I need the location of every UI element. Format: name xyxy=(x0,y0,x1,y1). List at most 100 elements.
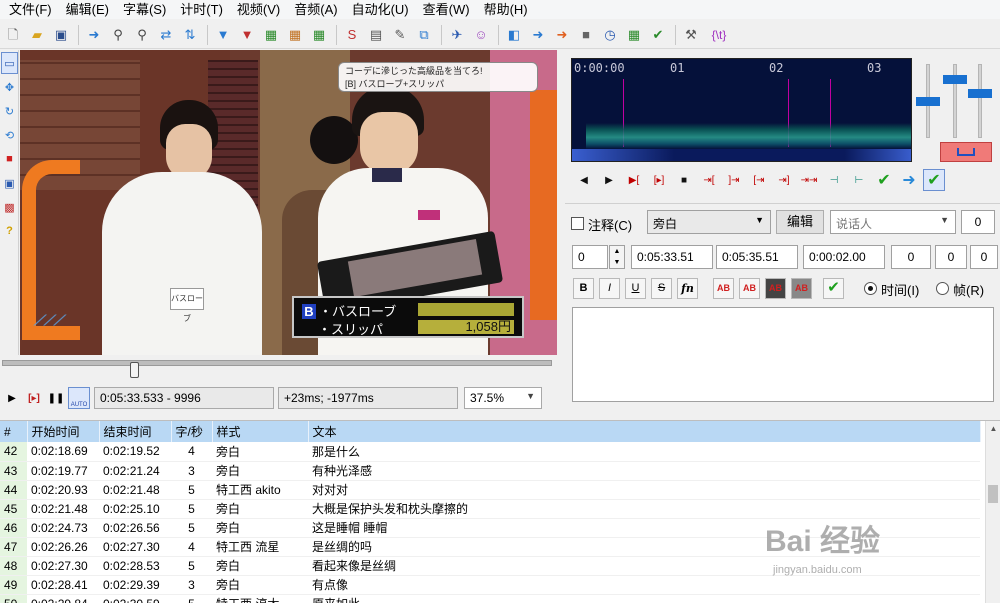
style-select[interactable]: 旁白 ▼ xyxy=(647,210,771,234)
slider-knob[interactable] xyxy=(968,89,992,98)
table-row[interactable]: 42 0:02:18.69 0:02:19.52 4 旁白 那是什么 xyxy=(0,442,980,462)
menu-view[interactable]: 查看(W) xyxy=(416,0,477,19)
replace-icon[interactable]: ⇄ xyxy=(155,24,177,46)
margin-vertical-field[interactable]: 0 xyxy=(970,245,998,269)
play-selection-icon[interactable]: ▶[ xyxy=(623,169,645,191)
commit-check-icon[interactable]: ✔ xyxy=(823,278,844,299)
scale-tool-icon[interactable]: ■ xyxy=(1,148,18,170)
col-start[interactable]: 开始时间 xyxy=(27,421,100,442)
fonts-collector-icon[interactable]: ▦ xyxy=(260,24,282,46)
subtitle-text-editor[interactable] xyxy=(572,307,994,402)
layer-spinner[interactable]: ▲ ▼ xyxy=(609,245,625,269)
go-to-icon[interactable]: ➜ xyxy=(898,169,920,191)
zoom-select[interactable]: 37.5% ▼ xyxy=(464,387,542,409)
play-before-icon[interactable]: ⇥[ xyxy=(698,169,720,191)
kanji-timer-icon[interactable]: ⧉ xyxy=(413,24,435,46)
underline-button[interactable]: U xyxy=(625,278,646,299)
play-after-icon[interactable]: ]⇥ xyxy=(723,169,745,191)
slider-knob[interactable] xyxy=(943,75,967,84)
play-icon[interactable]: ▶ xyxy=(2,387,22,409)
pause-icon[interactable]: ❚❚ xyxy=(46,387,66,409)
menu-video[interactable]: 视频(V) xyxy=(230,0,287,19)
check-icon[interactable]: ▦ xyxy=(623,24,645,46)
video-icon[interactable]: ➜ xyxy=(527,24,549,46)
properties-icon[interactable]: ▦ xyxy=(308,24,330,46)
play-start-icon[interactable]: [⇥ xyxy=(748,169,770,191)
italic-button[interactable]: I xyxy=(599,278,620,299)
secondary-color-button[interactable]: AB xyxy=(739,278,760,299)
find-next-icon[interactable]: ⚲ xyxy=(131,24,153,46)
edit-style-button[interactable]: 编辑 xyxy=(776,210,824,234)
shift-times-icon[interactable]: ➜ xyxy=(551,24,573,46)
select-lines-icon[interactable]: ■ xyxy=(575,24,597,46)
start-time-field[interactable]: 0:05:33.51 xyxy=(631,245,713,269)
margin-left-field[interactable]: 0 xyxy=(891,245,931,269)
slider-knob[interactable] xyxy=(916,97,940,106)
vector-clip-icon[interactable]: ▩ xyxy=(1,196,18,218)
strikeout-button[interactable]: S xyxy=(651,278,672,299)
frame-radio[interactable] xyxy=(936,282,949,295)
play-line-audio-icon[interactable]: [▸] xyxy=(648,169,670,191)
audio-icon[interactable]: ◧ xyxy=(503,24,525,46)
audio-zoom-slider[interactable] xyxy=(916,64,940,138)
col-end[interactable]: 结束时间 xyxy=(99,421,172,442)
styles-manager-icon[interactable]: ▼ xyxy=(212,24,234,46)
seek-thumb[interactable] xyxy=(130,362,139,378)
effect-field[interactable]: 0 xyxy=(961,210,995,234)
shadow-color-button[interactable]: AB xyxy=(791,278,812,299)
menu-timing[interactable]: 计时(T) xyxy=(173,0,230,19)
script-icon[interactable]: ▤ xyxy=(365,24,387,46)
menu-automation[interactable]: 自动化(U) xyxy=(345,0,416,19)
menu-subtitle[interactable]: 字幕(S) xyxy=(116,0,173,19)
stopwatch-icon[interactable]: ◷ xyxy=(599,24,621,46)
spin-up-icon[interactable]: ▲ xyxy=(614,248,621,255)
font-button[interactable]: fn xyxy=(677,278,698,299)
table-row[interactable]: 49 0:02:28.41 0:02:29.39 3 旁白 有点像 xyxy=(0,575,980,595)
move-tool-icon[interactable]: ✥ xyxy=(1,76,18,98)
tools-icon[interactable]: ⚒ xyxy=(680,24,702,46)
seek-track[interactable] xyxy=(2,360,552,366)
lead-in-icon[interactable]: ⊣ xyxy=(823,169,845,191)
timing-postprocessor-icon[interactable]: ✎ xyxy=(389,24,411,46)
audio-link-toggle[interactable] xyxy=(940,142,992,162)
open-folder-icon[interactable]: ▰ xyxy=(26,24,48,46)
duration-field[interactable]: 0:00:02.00 xyxy=(803,245,885,269)
scroll-thumb[interactable] xyxy=(988,485,998,503)
comment-checkbox[interactable] xyxy=(571,217,584,230)
col-style[interactable]: 样式 xyxy=(212,421,309,442)
spellcheck-icon[interactable]: S xyxy=(341,24,363,46)
prev-line-icon[interactable]: ◀ xyxy=(573,169,595,191)
margin-right-field[interactable]: 0 xyxy=(935,245,967,269)
col-text[interactable]: 文本 xyxy=(308,421,981,442)
scroll-up-icon[interactable]: ▲ xyxy=(986,421,1000,436)
replace-next-icon[interactable]: ⇅ xyxy=(179,24,201,46)
macro-icon[interactable]: ✔ xyxy=(647,24,669,46)
bold-button[interactable]: B xyxy=(573,278,594,299)
menu-edit[interactable]: 编辑(E) xyxy=(59,0,116,19)
video-time-frame[interactable]: 0:05:33.533 - 9996 xyxy=(94,387,274,409)
table-row[interactable]: 43 0:02:19.77 0:02:21.24 3 旁白 有种光泽感 xyxy=(0,461,980,481)
actor-field[interactable]: 说话人 ▼ xyxy=(830,210,956,234)
menu-audio[interactable]: 音频(A) xyxy=(287,0,344,19)
primary-color-button[interactable]: AB xyxy=(713,278,734,299)
jump-to-icon[interactable]: ➜ xyxy=(83,24,105,46)
commit-icon[interactable]: ✔ xyxy=(873,169,895,191)
translation-assistant-icon[interactable]: ✈ xyxy=(446,24,468,46)
audio-volume-slider[interactable] xyxy=(943,64,967,138)
video-seek-slider[interactable] xyxy=(0,357,557,379)
outline-color-button[interactable]: AB xyxy=(765,278,786,299)
rotate-z-icon[interactable]: ↻ xyxy=(1,100,18,122)
assistant-icon[interactable]: ☺ xyxy=(470,24,492,46)
help-icon[interactable]: ? xyxy=(1,220,18,242)
play-to-end-icon[interactable]: ⇥⇥ xyxy=(798,169,820,191)
rotate-xy-icon[interactable]: ⟲ xyxy=(1,124,18,146)
table-row[interactable]: 500:02:29.840:02:30.595特工西 淳太原来如此 xyxy=(0,594,980,603)
auto-commit-icon[interactable]: ✔ xyxy=(923,169,945,191)
col-cps[interactable]: 字/秒 xyxy=(171,421,213,442)
next-line-icon[interactable]: ▶ xyxy=(598,169,620,191)
grid-scrollbar[interactable]: ▲ xyxy=(985,421,1000,603)
menu-file[interactable]: 文件(F) xyxy=(2,0,59,19)
new-file-icon[interactable]: 🗋 xyxy=(2,24,24,46)
autoscroll-button[interactable]: AUTO xyxy=(68,387,90,409)
col-number[interactable]: # xyxy=(0,421,28,442)
